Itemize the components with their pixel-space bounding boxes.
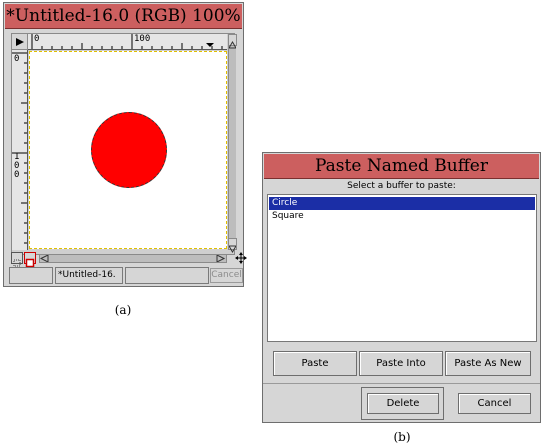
dialog-title: Paste Named Buffer — [264, 154, 539, 179]
ruler-label-0c: 0 — [14, 170, 20, 180]
paste-as-new-button[interactable]: Paste As New — [445, 351, 531, 376]
ruler-pointer-icon — [206, 43, 214, 47]
arrow-right-icon[interactable] — [216, 255, 226, 262]
paste-into-button[interactable]: Paste Into — [359, 351, 443, 376]
image-window: *Untitled-16.0 (RGB) 100% 0 100 0 1 0 0 … — [3, 2, 247, 287]
arrow-icon — [16, 38, 24, 46]
ruler-label-0: 0 — [14, 54, 20, 64]
list-item-square[interactable]: Square — [269, 210, 535, 223]
image-window-title: *Untitled-16.0 (RGB) 100% — [5, 4, 242, 29]
vertical-scrollbar[interactable] — [228, 34, 237, 253]
delete-button[interactable]: Delete — [367, 393, 439, 414]
horizontal-scrollbar[interactable] — [39, 254, 227, 263]
navigate-icon[interactable] — [235, 252, 247, 264]
ruler-label-0: 0 — [34, 34, 40, 44]
status-filename: *Untitled-16. — [55, 267, 123, 284]
list-item-circle[interactable]: Circle — [269, 197, 535, 210]
arrow-up-icon — [228, 41, 237, 49]
red-circle-selection — [91, 112, 167, 188]
status-bar: *Untitled-16. Cancel — [9, 267, 243, 285]
paste-buttons: Paste Paste Into Paste As New — [271, 351, 533, 377]
cancel-button-disabled: Cancel — [210, 268, 243, 283]
scroll-down-button[interactable] — [228, 238, 237, 253]
horizontal-ruler[interactable]: 0 100 — [28, 34, 227, 50]
dialog-prompt: Select a buffer to paste: — [347, 181, 456, 191]
canvas-bottom-bar — [11, 252, 247, 268]
coordinates-display — [9, 267, 53, 284]
ruler-ticks — [12, 52, 27, 244]
image-canvas[interactable] — [29, 51, 227, 249]
separator — [263, 383, 540, 384]
canvas-frame: 0 100 0 1 0 0 — [11, 33, 237, 255]
vertical-ruler[interactable]: 0 1 0 0 — [12, 50, 28, 250]
quick-mask-off-button[interactable] — [11, 252, 23, 267]
ruler-ticks — [31, 34, 223, 49]
quick-mask-on-button[interactable] — [24, 252, 36, 268]
scroll-up-button[interactable] — [228, 34, 237, 49]
status-progress — [125, 267, 209, 284]
ruler-label-100: 100 — [134, 34, 151, 44]
paste-button[interactable]: Paste — [273, 351, 357, 376]
paste-named-buffer-dialog: Paste Named Buffer Select a buffer to pa… — [262, 152, 541, 423]
menu-arrow-button[interactable] — [12, 34, 28, 50]
caption-b: (b) — [393, 430, 411, 444]
cancel-button[interactable]: Cancel — [458, 393, 531, 414]
buffer-list[interactable]: Circle Square — [267, 194, 537, 342]
caption-a: (a) — [114, 303, 132, 317]
arrow-left-icon[interactable] — [40, 255, 50, 262]
